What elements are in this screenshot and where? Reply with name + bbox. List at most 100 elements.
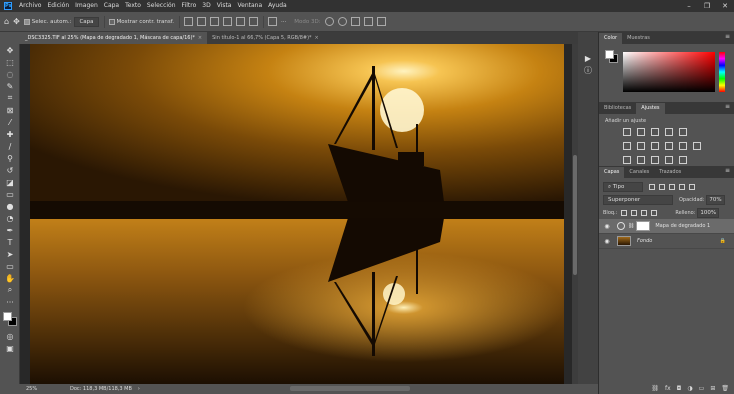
- menu-texto[interactable]: Texto: [122, 0, 144, 12]
- quick-mask-icon[interactable]: ◎: [3, 330, 17, 342]
- visibility-eye-icon[interactable]: ◉: [603, 238, 611, 245]
- path-select-tool-icon[interactable]: ➤: [3, 248, 17, 260]
- panel-menu-icon[interactable]: ≡: [725, 103, 730, 110]
- color-balance-icon[interactable]: [636, 142, 645, 150]
- close-icon[interactable]: ×: [315, 35, 319, 41]
- lock-position-icon[interactable]: [631, 209, 638, 216]
- menu-3d[interactable]: 3D: [199, 0, 213, 12]
- dodge-tool-icon[interactable]: ◔: [3, 212, 17, 224]
- lock-all-icon[interactable]: [651, 209, 658, 216]
- align-middle-icon[interactable]: [236, 17, 245, 26]
- eraser-tool-icon[interactable]: ◪: [3, 176, 17, 188]
- panel-menu-icon[interactable]: ≡: [725, 167, 730, 174]
- new-layer-icon[interactable]: ⊞: [710, 385, 715, 392]
- lock-artboard-icon[interactable]: [641, 209, 648, 216]
- align-left-icon[interactable]: [184, 17, 193, 26]
- channel-mixer-icon[interactable]: [678, 142, 687, 150]
- zoom-tool-icon[interactable]: ⌕: [3, 284, 17, 296]
- layer-name[interactable]: Mapa de degradado 1: [655, 223, 710, 229]
- auto-select-checkbox[interactable]: Selec. autom.:: [23, 16, 71, 28]
- layer-filter-dropdown[interactable]: ⌕ Tipo: [603, 182, 643, 192]
- auto-select-dropdown[interactable]: Capa: [74, 16, 99, 27]
- tab-canales[interactable]: Canales: [624, 167, 654, 178]
- selective-color-icon[interactable]: [678, 156, 687, 164]
- color-lookup-icon[interactable]: [692, 142, 701, 150]
- panel-menu-icon[interactable]: ≡: [725, 33, 730, 40]
- menu-ventana[interactable]: Ventana: [234, 0, 265, 12]
- levels-icon[interactable]: [636, 128, 645, 136]
- info-icon[interactable]: ⓘ: [581, 64, 595, 76]
- pen-tool-icon[interactable]: ✒: [3, 224, 17, 236]
- threshold-icon[interactable]: [650, 156, 659, 164]
- type-tool-icon[interactable]: T: [3, 236, 17, 248]
- home-icon[interactable]: ⌂: [4, 16, 9, 28]
- transform-controls-checkbox[interactable]: Mostrar contr. transf.: [108, 16, 174, 28]
- tab-dsc3325[interactable]: _DSC3325.TIF al 25% (Mapa de degradado 1…: [20, 32, 208, 44]
- filter-type-icon[interactable]: [669, 184, 675, 190]
- menu-filtro[interactable]: Filtro: [179, 0, 200, 12]
- filter-pixel-icon[interactable]: [649, 184, 655, 190]
- crop-tool-icon[interactable]: ⌗: [3, 92, 17, 104]
- menu-seleccion[interactable]: Selección: [144, 0, 179, 12]
- horizontal-scrollbar-thumb[interactable]: [290, 386, 410, 391]
- tab-capas[interactable]: Capas: [599, 167, 625, 178]
- tab-trazados[interactable]: Trazados: [654, 167, 686, 178]
- foreground-color-swatch[interactable]: [3, 312, 12, 321]
- fx-icon[interactable]: fx: [665, 385, 671, 392]
- 3d-pan-icon[interactable]: [350, 17, 360, 26]
- 3d-orbit-icon[interactable]: [324, 17, 334, 26]
- layer-gradient-map[interactable]: ◉ ⛓ Mapa de degradado 1: [599, 219, 734, 234]
- blur-tool-icon[interactable]: ●: [3, 200, 17, 212]
- zoom-level[interactable]: 25%: [26, 386, 60, 392]
- hue-saturation-icon[interactable]: [623, 142, 631, 150]
- color-swatches[interactable]: [0, 310, 19, 330]
- clone-stamp-tool-icon[interactable]: ⚲: [3, 152, 17, 164]
- distribute-icon[interactable]: [268, 17, 277, 26]
- play-icon[interactable]: ▶: [581, 52, 595, 64]
- layer-name[interactable]: Fondo: [637, 238, 652, 244]
- quick-select-tool-icon[interactable]: ✎: [3, 80, 17, 92]
- rectangle-tool-icon[interactable]: ▭: [3, 260, 17, 272]
- menu-archivo[interactable]: Archivo: [16, 0, 44, 12]
- visibility-eye-icon[interactable]: ◉: [603, 223, 611, 230]
- eyedropper-tool-icon[interactable]: ⁄: [3, 116, 17, 128]
- 3d-slide-icon[interactable]: [363, 17, 373, 26]
- menu-ayuda[interactable]: Ayuda: [265, 0, 290, 12]
- add-mask-icon[interactable]: ◘: [677, 385, 682, 392]
- brightness-contrast-icon[interactable]: [623, 128, 631, 136]
- tab-color[interactable]: Color: [599, 33, 623, 44]
- layer-mask-thumbnail[interactable]: [636, 221, 651, 231]
- layer-thumbnail[interactable]: [617, 236, 631, 246]
- tab-bibliotecas[interactable]: Bibliotecas: [599, 103, 636, 114]
- lock-pixels-icon[interactable]: [621, 209, 628, 216]
- gradient-map-icon[interactable]: [664, 156, 673, 164]
- filter-shape-icon[interactable]: [679, 184, 685, 190]
- more-options-icon[interactable]: ···: [281, 16, 286, 28]
- layer-fondo[interactable]: ◉ Fondo 🔒: [599, 234, 734, 249]
- color-picker-field[interactable]: [623, 52, 715, 92]
- brush-tool-icon[interactable]: ∕: [3, 140, 17, 152]
- history-brush-tool-icon[interactable]: ↺: [3, 164, 17, 176]
- canvas-area[interactable]: [20, 44, 578, 384]
- black-white-icon[interactable]: [650, 142, 659, 150]
- healing-brush-tool-icon[interactable]: ✚: [3, 128, 17, 140]
- photo-filter-icon[interactable]: [664, 142, 673, 150]
- marquee-tool-icon[interactable]: ⬚: [3, 56, 17, 68]
- 3d-roll-icon[interactable]: [337, 17, 347, 26]
- link-icon[interactable]: ⛓: [628, 223, 634, 229]
- align-right-icon[interactable]: [210, 17, 219, 26]
- move-tool-icon[interactable]: ✥: [3, 44, 17, 56]
- gradient-tool-icon[interactable]: ▭: [3, 188, 17, 200]
- maximize-icon[interactable]: ❐: [698, 0, 716, 12]
- tab-ajustes[interactable]: Ajustes: [636, 103, 665, 114]
- align-top-icon[interactable]: [223, 17, 232, 26]
- filter-smart-icon[interactable]: [689, 184, 695, 190]
- vertical-scrollbar-thumb[interactable]: [573, 155, 577, 275]
- menu-imagen[interactable]: Imagen: [72, 0, 101, 12]
- exposure-icon[interactable]: [664, 128, 673, 136]
- hue-slider[interactable]: [719, 52, 725, 92]
- filter-adjust-icon[interactable]: [659, 184, 665, 190]
- tab-sin-titulo[interactable]: Sin título-1 al 66,7% (Capa 5, RGB/8#)* ×: [207, 32, 324, 44]
- fill-field[interactable]: 100%: [697, 207, 720, 218]
- new-adjustment-icon[interactable]: ◑: [687, 385, 692, 392]
